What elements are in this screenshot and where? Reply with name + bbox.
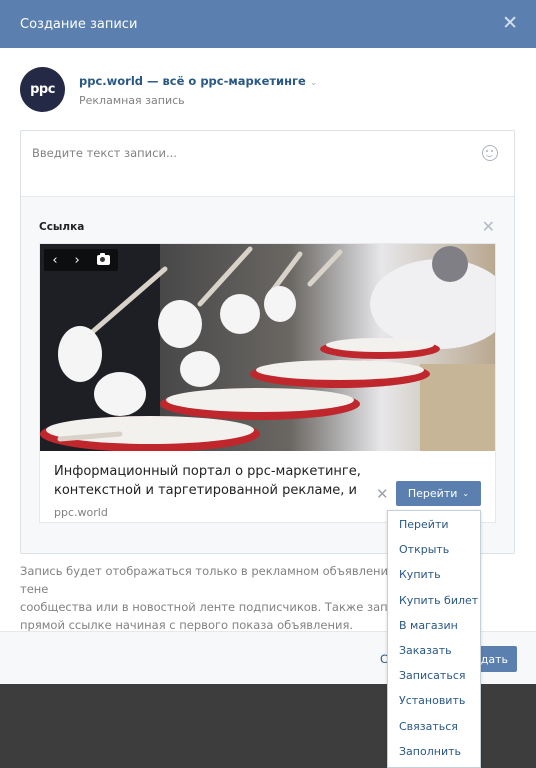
close-icon[interactable]: ✕ <box>502 13 518 33</box>
cta-button-label: Перейти <box>407 487 458 500</box>
link-preview-image: ‹ › <box>40 244 495 451</box>
drummers-photo <box>40 244 495 451</box>
link-snippet-card: ‹ › Информационный портал о ppc-маркетин… <box>39 243 496 523</box>
attachment-label: Ссылка <box>39 221 85 233</box>
note-line-1-end: тене <box>20 582 49 596</box>
smile-icon[interactable] <box>482 145 498 161</box>
author-selector[interactable]: ppc.world — всё о ppc-маркетинге ⌄ <box>79 74 317 88</box>
post-author: ppc ppc.world — всё о ppc-маркетинге ⌄ Ре… <box>20 67 317 112</box>
modal-header: Создание записи <box>0 0 536 48</box>
post-type-label: Рекламная запись <box>79 94 185 107</box>
prev-icon[interactable]: ‹ <box>52 253 57 268</box>
modal-title: Создание записи <box>20 16 138 32</box>
remove-button-close-icon[interactable]: ✕ <box>376 485 389 503</box>
dropdown-item-fill-in[interactable]: Заполнить <box>388 739 480 764</box>
post-text-input[interactable]: Введите текст записи... <box>21 131 514 197</box>
note-line-1: Запись будет отображаться только в рекла… <box>20 564 425 578</box>
dropdown-item-buy[interactable]: Купить <box>388 562 480 587</box>
photo-controls: ‹ › <box>44 249 118 271</box>
author-name: ppc.world — всё о ppc-маркетинге <box>79 74 306 88</box>
next-icon[interactable]: › <box>74 253 79 268</box>
dropdown-item-install[interactable]: Установить <box>388 688 480 713</box>
post-editor: Введите текст записи... Ссылка ✕ ‹ › Инф… <box>20 130 515 554</box>
post-text-placeholder: Введите текст записи... <box>32 146 177 160</box>
dropdown-item-sign-up[interactable]: Записаться <box>388 663 480 688</box>
dropdown-item-open[interactable]: Открыть <box>388 537 480 562</box>
dropdown-item-contact[interactable]: Связаться <box>388 714 480 739</box>
link-title[interactable]: Информационный портал о ppc-маркетинге, … <box>54 462 374 500</box>
cta-button[interactable]: Перейти ⌄ <box>396 481 481 506</box>
chevron-down-icon: ⌄ <box>309 78 318 88</box>
submit-button-label: дать <box>480 652 508 666</box>
link-attachment: Ссылка ✕ ‹ › Информационный портал о ppc… <box>21 197 514 553</box>
avatar-text: ppc <box>30 82 55 97</box>
avatar: ppc <box>20 67 65 112</box>
camera-icon[interactable] <box>96 253 110 265</box>
cta-dropdown-menu: Перейти Открыть Купить Купить билет В ма… <box>387 510 481 768</box>
chevron-down-icon: ⌄ <box>462 489 470 498</box>
dropdown-item-order[interactable]: Заказать <box>388 638 480 663</box>
dropdown-item-go[interactable]: Перейти <box>388 512 480 537</box>
dropdown-item-buy-ticket[interactable]: Купить билет <box>388 588 480 613</box>
remove-attachment-close-icon[interactable]: ✕ <box>482 217 495 236</box>
dropdown-item-to-store[interactable]: В магазин <box>388 613 480 638</box>
